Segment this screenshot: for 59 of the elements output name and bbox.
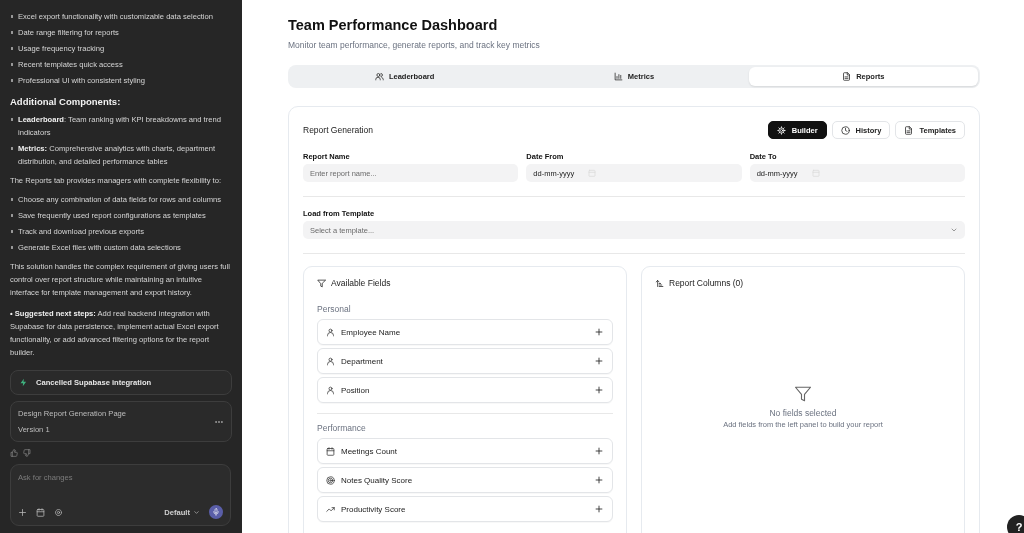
empty-title: No fields selected	[769, 408, 837, 418]
field-item[interactable]: Productivity Score	[317, 496, 613, 522]
plus-icon	[594, 504, 604, 514]
plus-icon	[594, 356, 604, 366]
field-label: Department	[341, 356, 384, 366]
plus-icon	[594, 475, 604, 485]
add-button[interactable]	[594, 356, 604, 366]
clock-icon	[840, 125, 850, 135]
page-title: Team Performance Dashboard	[288, 16, 499, 34]
field-label: Productivity Score	[341, 504, 407, 514]
help-button[interactable]: ?	[1007, 515, 1024, 533]
field-item[interactable]: Employee Name	[317, 319, 613, 345]
group-label: Personal	[317, 304, 352, 314]
add-button[interactable]	[594, 504, 604, 514]
field-label: Position	[341, 385, 371, 395]
field-item[interactable]: Position	[317, 377, 613, 403]
plus-icon	[594, 385, 604, 395]
field-label: Employee Name	[341, 327, 402, 337]
add-button[interactable]	[594, 327, 604, 337]
trend-icon	[326, 504, 335, 514]
person-icon	[326, 385, 335, 395]
add-button[interactable]	[594, 446, 604, 456]
add-button[interactable]	[594, 385, 604, 395]
thumbs-down-icon	[23, 449, 31, 457]
person-icon	[326, 327, 335, 337]
person-icon	[326, 356, 335, 366]
thumbs-up-icon	[10, 449, 18, 457]
panel-title: Report Columns (0)	[669, 278, 744, 288]
chevron-down-icon	[950, 226, 958, 234]
field-item[interactable]: Notes Quality Score	[317, 467, 613, 493]
panel-title: Available Fields	[331, 278, 391, 288]
calendar-icon	[811, 169, 820, 177]
document-icon	[842, 72, 852, 81]
field-label: Notes Quality Score	[341, 475, 414, 485]
sort-icon	[655, 278, 664, 288]
plus-icon	[18, 507, 27, 517]
plus-icon	[594, 327, 604, 337]
page-subtitle: Monitor team performance, generate reports, and track key metrics	[288, 40, 541, 50]
document-icon	[904, 125, 914, 135]
chevron-down-icon	[193, 508, 200, 516]
field-label: Meetings Count	[341, 446, 399, 456]
microphone-icon	[212, 508, 220, 516]
calendar-icon	[588, 169, 597, 177]
filter-icon	[317, 278, 326, 288]
card-title: Report Generation	[303, 125, 373, 135]
bar-chart-icon	[613, 72, 623, 81]
microphone-button[interactable]	[209, 505, 223, 519]
plus-icon	[594, 446, 604, 456]
group-label: Performance	[317, 423, 367, 433]
calendar-icon	[36, 507, 45, 517]
filter-icon	[794, 385, 812, 403]
field-item[interactable]: Meetings Count	[317, 438, 613, 464]
target-icon	[326, 475, 335, 485]
add-button[interactable]	[594, 475, 604, 485]
lightning-icon	[19, 378, 28, 387]
users-icon	[374, 72, 384, 81]
section-heading: Additional Components:	[10, 95, 122, 108]
field-item[interactable]: Department	[317, 348, 613, 374]
calendar-icon	[326, 446, 335, 456]
